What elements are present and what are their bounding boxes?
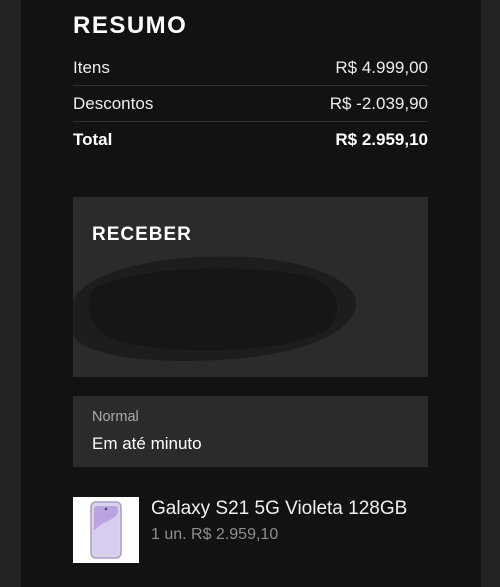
- phone-icon: [90, 501, 122, 559]
- total-value: R$ 2.959,10: [335, 130, 428, 149]
- summary-row-items: Itens R$ 4.999,00: [73, 50, 428, 86]
- redacted-address: [73, 256, 356, 362]
- delivery-type: Normal: [92, 409, 139, 425]
- summary-title: RESUMO: [73, 12, 188, 39]
- delivery-time: Em até minuto: [92, 434, 202, 453]
- discounts-label: Descontos: [73, 93, 154, 113]
- total-label: Total: [73, 130, 113, 149]
- items-value: R$ 4.999,00: [335, 57, 428, 77]
- receive-card: RECEBER: [73, 197, 428, 377]
- items-label: Itens: [73, 57, 110, 77]
- summary-row-discounts: Descontos R$ -2.039,90: [73, 86, 428, 122]
- product-name: Galaxy S21 5G Violeta 128GB: [151, 498, 408, 519]
- product-quantity-price: 1 un. R$ 2.959,10: [151, 526, 279, 543]
- order-summary-screen: RESUMO Itens R$ 4.999,00 Descontos R$ -2…: [0, 0, 500, 587]
- delivery-option-card[interactable]: Normal Em até minuto: [73, 396, 428, 467]
- summary-row-total: Total R$ 2.959,10: [73, 122, 428, 158]
- product-thumbnail: [73, 497, 139, 563]
- discounts-value: R$ -2.039,90: [329, 93, 428, 113]
- receive-title: RECEBER: [92, 224, 192, 245]
